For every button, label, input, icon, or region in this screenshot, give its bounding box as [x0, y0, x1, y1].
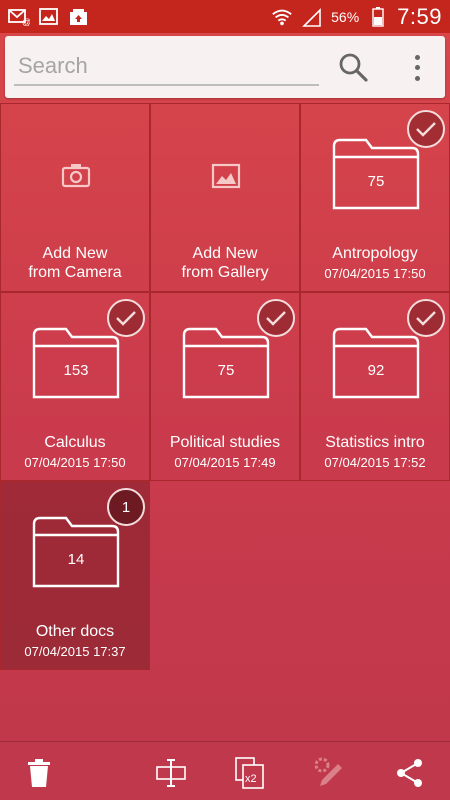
tile-title: Add New from Camera [1, 244, 149, 282]
clock: 7:59 [397, 3, 442, 29]
folder-name: Other docs [35, 623, 115, 640]
folder-name: Statistics intro [325, 434, 425, 451]
folder-name: Antropology [332, 245, 418, 262]
duplicate-button[interactable]: x2 [233, 756, 267, 790]
folder-date: 07/04/2015 17:50 [324, 266, 426, 281]
folder-tile[interactable]: 75 Political studies 07/04/2015 17:49 [150, 292, 300, 481]
checkmark-badge[interactable] [257, 299, 295, 337]
folder-date: 07/04/2015 17:49 [174, 455, 276, 470]
folder-name: Political studies [169, 434, 281, 451]
folder-item-count: 75 [217, 362, 235, 379]
check-icon [266, 311, 286, 326]
battery-icon [367, 6, 389, 27]
camera-upload-icon [68, 7, 90, 27]
add-from-gallery-tile[interactable]: Add New from Gallery [150, 103, 300, 292]
folder-tile[interactable]: 92 Statistics intro 07/04/2015 17:52 [300, 292, 450, 481]
wifi-icon [271, 7, 293, 27]
checkmark-badge[interactable] [407, 299, 445, 337]
folder-tile-selected[interactable]: 14 1 Other docs 07/04/2015 17:37 [0, 481, 150, 670]
document-grid: Add New from Camera Add New from Gallery… [0, 103, 450, 670]
rename-button[interactable] [154, 756, 188, 790]
search-input[interactable] [14, 48, 319, 86]
trash-icon [28, 759, 50, 787]
check-icon [416, 311, 436, 326]
folder-date: 07/04/2015 17:52 [324, 455, 426, 470]
folder-tile[interactable]: 75 Antropology 07/04/2015 17:50 [300, 103, 450, 292]
edit-settings-icon [314, 757, 342, 786]
folder-date: 07/04/2015 17:37 [24, 644, 126, 659]
folder-item-count: 14 [67, 551, 85, 568]
folder-item-count: 92 [367, 362, 385, 379]
edit-button[interactable] [312, 756, 346, 790]
folder-name: Calculus [44, 434, 106, 451]
folder-item-count: 153 [63, 362, 89, 379]
battery-percent: 56% [331, 8, 360, 25]
svg-text:x2: x2 [245, 773, 257, 785]
delete-button[interactable] [22, 756, 56, 790]
checkmark-badge[interactable] [107, 299, 145, 337]
menu-dot [414, 65, 420, 71]
selection-count-badge[interactable]: 1 [107, 488, 145, 526]
svg-text:@: @ [22, 17, 30, 26]
status-right: 56% 7:59 [271, 4, 442, 30]
search-button[interactable] [337, 51, 369, 83]
camera-icon [61, 164, 91, 188]
check-icon [116, 311, 136, 326]
rename-icon [156, 759, 186, 787]
email-notification-icon: @ [8, 7, 30, 27]
tile-title: Add New from Gallery [151, 244, 299, 282]
menu-dot [414, 76, 420, 82]
folder-item-count: 75 [367, 173, 385, 190]
menu-dot [414, 54, 420, 60]
check-icon [416, 122, 436, 137]
tile-title-line: Add New [42, 245, 108, 262]
share-button[interactable] [393, 756, 427, 790]
folder-date: 07/04/2015 17:50 [24, 455, 126, 470]
gallery-notification-icon [38, 7, 60, 27]
tile-title-line: from Camera [28, 264, 122, 281]
checkmark-badge[interactable] [407, 110, 445, 148]
status-bar: @ 56% 7:59 [0, 0, 450, 33]
search-icon [339, 53, 368, 82]
signal-icon [301, 7, 323, 27]
search-bar [5, 36, 445, 98]
share-icon [397, 759, 422, 787]
folder-tile[interactable]: 153 Calculus 07/04/2015 17:50 [0, 292, 150, 481]
add-from-camera-tile[interactable]: Add New from Camera [0, 103, 150, 292]
bottom-toolbar: x2 [0, 741, 450, 800]
tile-title-line: from Gallery [181, 264, 269, 281]
image-icon [211, 163, 241, 189]
duplicate-x2-icon: x2 [235, 757, 264, 789]
overflow-menu-button[interactable] [405, 52, 429, 84]
status-left: @ [8, 7, 90, 27]
tile-title-line: Add New [192, 245, 258, 262]
